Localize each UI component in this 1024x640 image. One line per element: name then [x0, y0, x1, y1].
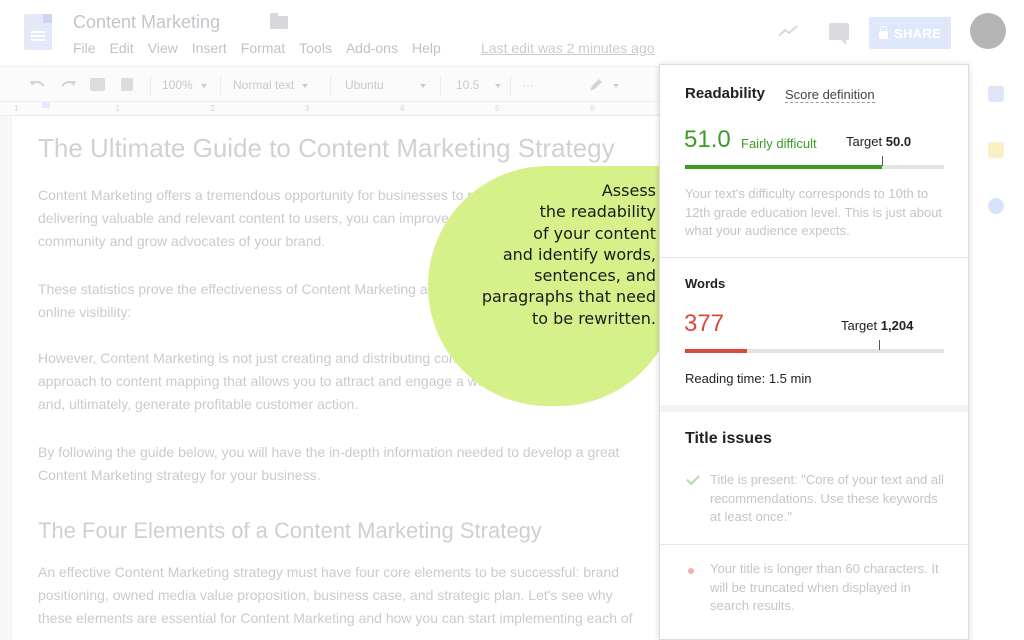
menu-tools[interactable]: Tools [299, 40, 332, 56]
readability-score: 51.0 [684, 126, 731, 153]
side-panel-rail [968, 66, 1024, 640]
undo-icon[interactable] [30, 78, 46, 92]
warning-dot-icon [688, 568, 694, 574]
readability-label: Fairly difficult [741, 136, 817, 151]
calendar-icon[interactable] [988, 86, 1004, 102]
words-heading: Words [685, 276, 726, 291]
zoom-select[interactable]: 100% [162, 78, 207, 92]
title-issue-item: Your title is longer than 60 characters.… [710, 561, 939, 613]
menu-edit[interactable]: Edit [110, 40, 134, 56]
paint-format-icon[interactable] [121, 78, 133, 91]
folder-icon[interactable] [270, 13, 288, 29]
readability-progress-fill [685, 165, 882, 169]
document-subheading: The Four Elements of a Content Marketing… [38, 518, 542, 543]
share-button[interactable]: SHARE [869, 17, 951, 49]
score-definition-link[interactable]: Score definition [785, 87, 875, 103]
font-select[interactable]: Ubuntu [345, 78, 426, 92]
lock-icon [878, 25, 888, 39]
title-issues-heading: Title issues [685, 430, 772, 447]
word-count: 377 [684, 310, 725, 337]
edit-mode-caret-icon[interactable] [613, 84, 619, 88]
font-size-select[interactable]: 10.5 [456, 78, 502, 92]
menu-format[interactable]: Format [241, 40, 285, 56]
avatar[interactable] [970, 13, 1006, 49]
activity-trend-icon[interactable] [778, 24, 798, 38]
words-target: Target 1,204 [841, 318, 914, 333]
comment-icon[interactable] [829, 23, 849, 45]
edit-mode-pencil-icon[interactable] [588, 77, 604, 93]
share-label: SHARE [893, 25, 941, 41]
callout-text: Assess the readability of your content a… [481, 181, 656, 328]
indent-marker-icon[interactable] [42, 102, 50, 108]
menu-file[interactable]: File [73, 40, 96, 56]
tasks-check-icon[interactable] [988, 198, 1004, 214]
menu-view[interactable]: View [148, 40, 178, 56]
feature-callout: Assess the readability of your content a… [428, 166, 678, 406]
top-bar: Content Marketing File Edit View Insert … [0, 0, 1024, 66]
horizontal-ruler[interactable]: 1 1 2 3 4 5 6 [0, 102, 660, 116]
readability-heading: Readability [685, 85, 766, 102]
readability-target-tick [882, 156, 883, 166]
docs-logo-icon[interactable] [24, 14, 52, 50]
check-icon [686, 471, 700, 486]
redo-icon[interactable] [60, 78, 76, 92]
more-tools-button[interactable]: ··· [522, 78, 534, 92]
print-icon[interactable] [90, 78, 105, 91]
words-progress-fill [685, 349, 747, 353]
paragraph: An effective Content Marketing strategy … [38, 564, 633, 626]
keep-notes-icon[interactable] [988, 142, 1004, 158]
menu-bar: File Edit View Insert Format Tools Add-o… [73, 40, 455, 56]
readability-progress-bar [685, 156, 944, 169]
style-select[interactable]: Normal text [233, 78, 309, 92]
menu-addons[interactable]: Add-ons [346, 40, 398, 56]
words-progress-bar [685, 340, 944, 353]
readability-description: Your text's difficulty corresponds to 10… [685, 186, 943, 238]
menu-help[interactable]: Help [412, 40, 441, 56]
readability-target: Target 50.0 [846, 134, 912, 149]
vertical-ruler[interactable] [0, 116, 12, 640]
menu-insert[interactable]: Insert [192, 40, 227, 56]
document-body[interactable]: The Ultimate Guide to Content Marketing … [38, 132, 638, 626]
document-heading: The Ultimate Guide to Content Marketing … [38, 133, 615, 163]
words-target-tick [879, 340, 880, 350]
title-issue-item: Title is present: "Core of your text and… [710, 472, 944, 524]
last-edit-link[interactable]: Last edit was 2 minutes ago [481, 40, 655, 56]
paragraph: By following the guide below, you will h… [38, 444, 620, 483]
reading-time: Reading time: 1.5 min [685, 371, 812, 386]
document-title[interactable]: Content Marketing [73, 12, 220, 33]
seo-assistant-panel: Readability Score definition 51.0 Fairly… [659, 64, 969, 640]
